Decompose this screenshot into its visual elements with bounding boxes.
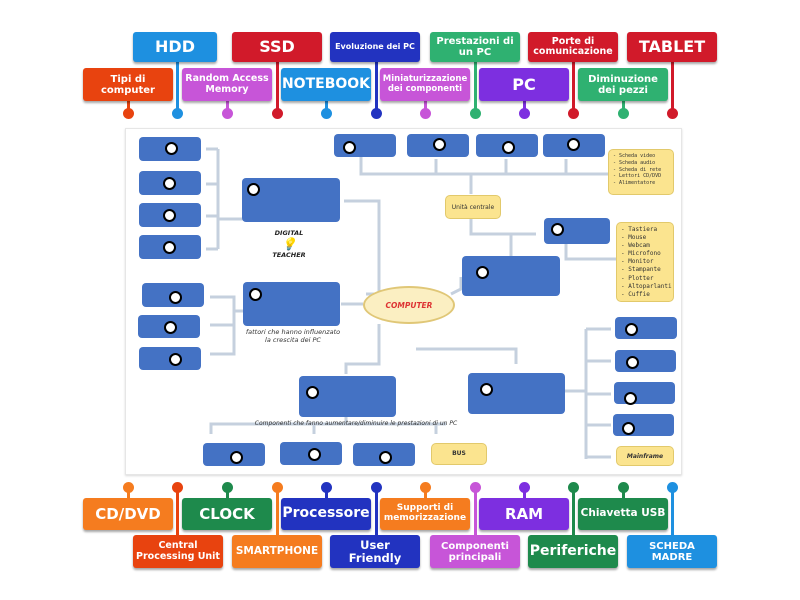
- label-chiavetta-usb[interactable]: Chiavetta USB: [578, 498, 668, 530]
- schede-list: - Scheda video - Scheda audio - Scheda d…: [608, 149, 674, 195]
- label-tablet[interactable]: TABLET: [627, 32, 717, 62]
- drop-target[interactable]: [230, 451, 243, 464]
- blank-box[interactable]: [242, 178, 340, 222]
- pin-dot: [272, 108, 283, 119]
- drop-target[interactable]: [625, 323, 638, 336]
- label-componenti-principali[interactable]: Componenti principali: [430, 535, 520, 568]
- blank-box[interactable]: [299, 376, 396, 417]
- label-cd-dvd[interactable]: CD/DVD: [83, 498, 173, 530]
- blank-box[interactable]: [544, 218, 610, 244]
- label-scheda-madre[interactable]: SCHEDA MADRE: [627, 535, 717, 568]
- label-pc[interactable]: PC: [479, 68, 569, 101]
- label-prestazioni-di-un-pc[interactable]: Prestazioni di un PC: [430, 32, 520, 62]
- blank-box[interactable]: [142, 283, 204, 307]
- blank-box[interactable]: [615, 317, 677, 339]
- blank-box[interactable]: [139, 235, 201, 259]
- drop-target[interactable]: [163, 241, 176, 254]
- bus-box: BUS: [431, 443, 487, 465]
- pin-dot: [172, 108, 183, 119]
- drop-target[interactable]: [163, 177, 176, 190]
- drop-target[interactable]: [502, 141, 515, 154]
- drop-target[interactable]: [247, 183, 260, 196]
- blank-box[interactable]: [353, 443, 415, 466]
- lightbulb-icon: 💡: [281, 237, 297, 251]
- blank-box[interactable]: [407, 134, 469, 157]
- blank-box[interactable]: [615, 350, 676, 372]
- mainframe-box: Mainframe: [616, 446, 674, 466]
- blank-box[interactable]: [280, 442, 342, 465]
- pin-dot: [568, 108, 579, 119]
- blank-box[interactable]: [614, 382, 675, 405]
- blank-box[interactable]: [139, 203, 201, 227]
- pin-dot: [222, 108, 233, 119]
- blank-box[interactable]: [138, 315, 200, 338]
- label-tipi-di-computer[interactable]: Tipi di computer: [83, 68, 173, 101]
- pin-dot: [519, 108, 530, 119]
- label-random-access-memory[interactable]: Random Access Memory: [182, 68, 272, 101]
- pin-dot: [618, 108, 629, 119]
- logo-text-bottom: TEACHER: [272, 251, 306, 259]
- blank-box[interactable]: [139, 347, 201, 370]
- label-hdd[interactable]: HDD: [133, 32, 217, 62]
- drop-target[interactable]: [306, 386, 319, 399]
- periferiche-list: - Tastiera - Mouse - Webcam - Microfono …: [616, 222, 674, 302]
- pin-dot: [420, 108, 431, 119]
- pin-dot: [371, 108, 382, 119]
- computer-label: COMPUTER: [385, 300, 433, 310]
- drop-target[interactable]: [626, 356, 639, 369]
- logo-text-top: DIGITAL: [274, 229, 304, 237]
- blank-box[interactable]: [543, 134, 605, 157]
- label-diminuzione-dei-pezzi[interactable]: Diminuzione dei pezzi: [578, 68, 668, 101]
- drop-target[interactable]: [433, 138, 446, 151]
- label-smartphone[interactable]: SMARTPHONE: [232, 535, 322, 568]
- label-supporti-di-memorizzazione[interactable]: Supporti di memorizzazione: [380, 498, 470, 530]
- drop-target[interactable]: [622, 422, 635, 435]
- drop-target[interactable]: [308, 448, 321, 461]
- blank-box[interactable]: [476, 134, 538, 157]
- caption-components: Componenti che fanno aumentare/diminuire…: [254, 420, 458, 427]
- label-porte-di-comunicazione[interactable]: Porte di comunicazione: [528, 32, 618, 62]
- drop-target[interactable]: [379, 451, 392, 464]
- blank-box[interactable]: [139, 137, 201, 161]
- label-miniaturizzazione[interactable]: Miniaturizzazione dei componenti: [380, 68, 470, 101]
- blank-box[interactable]: [613, 414, 674, 436]
- caption-factors: fattori che hanno influenzato la crescit…: [245, 328, 341, 345]
- label-notebook[interactable]: NOTEBOOK: [281, 68, 371, 101]
- computer-node: COMPUTER: [363, 286, 455, 324]
- blank-box[interactable]: [203, 443, 265, 466]
- drop-target[interactable]: [249, 288, 262, 301]
- blank-box[interactable]: [139, 171, 201, 195]
- drop-target[interactable]: [169, 353, 182, 366]
- label-clock[interactable]: CLOCK: [182, 498, 272, 530]
- blank-box[interactable]: [334, 134, 396, 157]
- drop-target[interactable]: [624, 392, 637, 405]
- label-processore[interactable]: Processore: [281, 498, 371, 530]
- unita-centrale-box: Unità centrale: [445, 195, 501, 219]
- label-user-friendly[interactable]: User Friendly: [330, 535, 420, 568]
- label-ram[interactable]: RAM: [479, 498, 569, 530]
- drop-target[interactable]: [343, 141, 356, 154]
- drop-target[interactable]: [551, 223, 564, 236]
- label-periferiche[interactable]: Periferiche: [528, 535, 618, 568]
- drop-target[interactable]: [567, 138, 580, 151]
- label-evoluzione-dei-pc[interactable]: Evoluzione dei PC: [330, 32, 420, 62]
- drop-target[interactable]: [169, 291, 182, 304]
- blank-box[interactable]: [462, 256, 560, 296]
- drop-target[interactable]: [165, 142, 178, 155]
- label-ssd[interactable]: SSD: [232, 32, 322, 62]
- concept-map-diagram: DIGITAL 💡 TEACHER fattori che hanno infl…: [125, 128, 682, 475]
- pin-dot: [667, 108, 678, 119]
- blank-box[interactable]: [468, 373, 565, 414]
- label-central-processing-unit[interactable]: Central Processing Unit: [133, 535, 223, 568]
- drop-target[interactable]: [480, 383, 493, 396]
- pin-dot: [470, 108, 481, 119]
- drop-target[interactable]: [164, 321, 177, 334]
- pin-dot: [321, 108, 332, 119]
- pin-dot: [123, 108, 134, 119]
- digital-teacher-logo: DIGITAL 💡 TEACHER: [264, 229, 314, 259]
- drop-target[interactable]: [476, 266, 489, 279]
- blank-box[interactable]: [243, 282, 340, 326]
- drop-target[interactable]: [163, 209, 176, 222]
